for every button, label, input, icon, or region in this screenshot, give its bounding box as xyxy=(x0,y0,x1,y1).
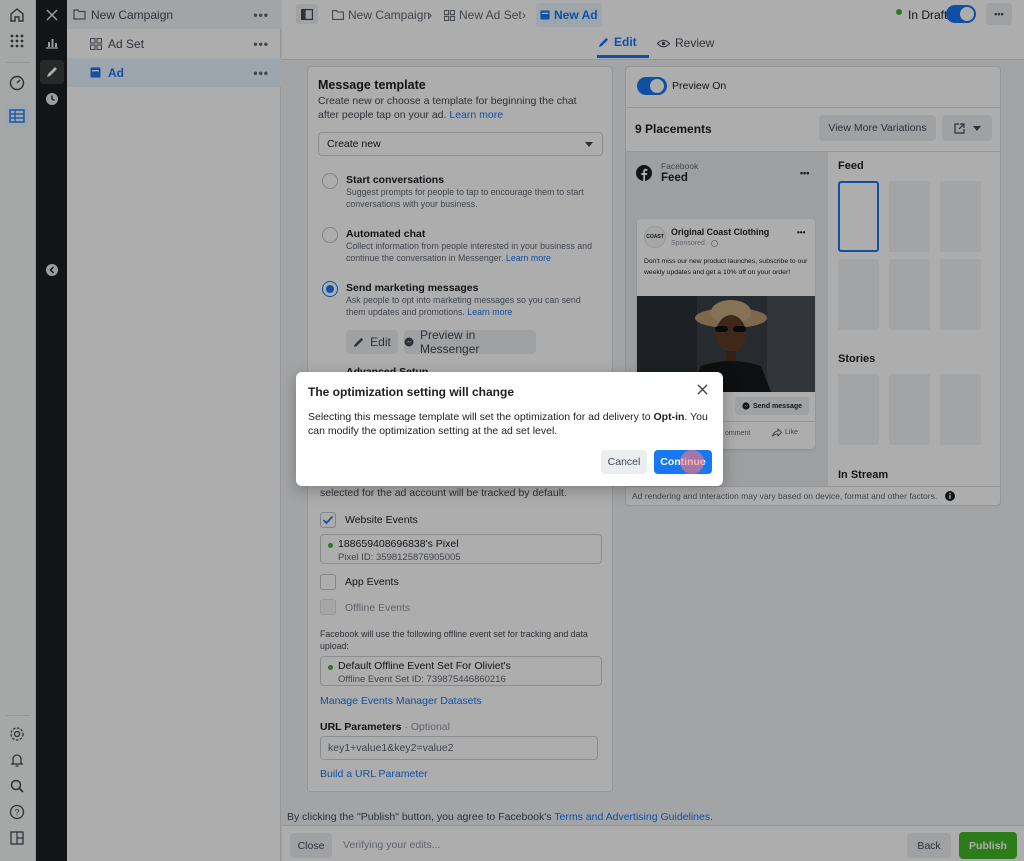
optimization-change-dialog: The optimization setting will change Sel… xyxy=(296,372,723,486)
dialog-title: The optimization setting will change xyxy=(308,385,515,399)
cancel-button[interactable]: Cancel xyxy=(601,450,647,474)
close-icon[interactable] xyxy=(697,384,708,395)
dialog-body: Selecting this message template will set… xyxy=(308,411,708,437)
click-indicator xyxy=(680,450,704,474)
